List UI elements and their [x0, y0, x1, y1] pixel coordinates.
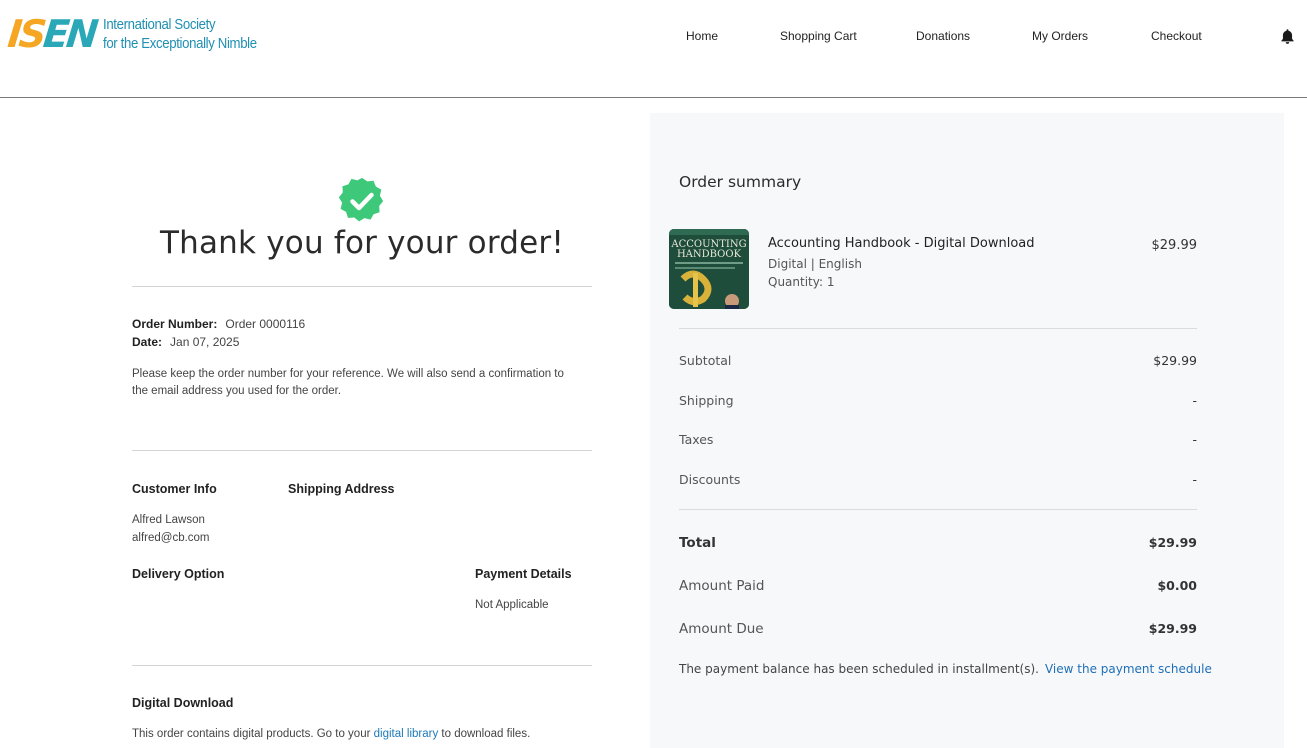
payment-details-value: Not Applicable	[475, 599, 549, 611]
payment-details-title: Payment Details	[475, 567, 572, 581]
digital-download-title: Digital Download	[132, 696, 234, 710]
customer-email: alfred@cb.com	[132, 532, 210, 544]
payment-schedule-note: The payment balance has been scheduled i…	[679, 662, 1212, 676]
order-number-label: Order Number:	[132, 317, 218, 331]
divider	[132, 665, 592, 666]
product-name: Accounting Handbook - Digital Download	[768, 236, 1035, 251]
order-number-value: Order 0000116	[225, 317, 306, 331]
digital-download-text: This order contains digital products. Go…	[132, 728, 530, 740]
order-date-label: Date:	[132, 335, 163, 349]
discounts-label: Discounts	[679, 472, 741, 487]
amount-paid-value: $0.00	[1157, 578, 1197, 593]
order-date-value: Jan 07, 2025	[170, 335, 240, 349]
taxes-value: -	[1192, 432, 1197, 447]
order-summary-title: Order summary	[679, 173, 802, 191]
main-nav: Home Shopping Cart Donations My Orders C…	[0, 29, 1307, 47]
payment-schedule-text: The payment balance has been scheduled i…	[679, 662, 1039, 676]
nav-my-orders[interactable]: My Orders	[1032, 29, 1088, 43]
subtotal-label: Subtotal	[679, 353, 732, 368]
amount-paid-label: Amount Paid	[679, 578, 765, 594]
product-price: $29.99	[1151, 238, 1198, 253]
order-reference-note: Please keep the order number for your re…	[132, 368, 564, 397]
product-thumbnail: ACCOUNTING HANDBOOK	[669, 229, 749, 309]
digital-library-link[interactable]: digital library	[374, 728, 439, 740]
delivery-option-title: Delivery Option	[132, 567, 225, 581]
digital-download-text-after: to download files.	[441, 728, 531, 740]
customer-name: Alfred Lawson	[132, 514, 205, 526]
book-cover-image: ACCOUNTING HANDBOOK	[669, 229, 749, 309]
shipping-value: -	[1192, 393, 1197, 408]
total-value: $29.99	[1148, 535, 1197, 550]
digital-download-text-before: This order contains digital products. Go…	[132, 728, 371, 740]
summary-divider	[679, 509, 1197, 510]
order-number-row: Order Number: Order 0000116	[132, 317, 305, 331]
nav-checkout[interactable]: Checkout	[1151, 29, 1202, 43]
shipping-address-title: Shipping Address	[288, 482, 395, 496]
thank-you-heading: Thank you for your order!	[160, 225, 564, 261]
divider	[132, 450, 592, 451]
product-quantity: Quantity: 1	[768, 275, 835, 289]
book-cover-title-2: HANDBOOK	[677, 249, 742, 260]
bell-icon[interactable]	[1279, 28, 1296, 45]
site-header: ISEN International Society for the Excep…	[0, 0, 1307, 98]
nav-donations[interactable]: Donations	[916, 29, 970, 43]
order-summary-panel	[650, 113, 1284, 748]
taxes-label: Taxes	[679, 432, 714, 447]
nav-shopping-cart[interactable]: Shopping Cart	[780, 29, 857, 43]
customer-info-title: Customer Info	[132, 482, 217, 496]
order-success-check-icon	[338, 177, 384, 222]
total-label: Total	[679, 535, 716, 551]
amount-due-value: $29.99	[1148, 621, 1197, 636]
discounts-value: -	[1192, 472, 1197, 487]
view-payment-schedule-link[interactable]: View the payment schedule	[1045, 662, 1212, 676]
nav-home[interactable]: Home	[686, 29, 718, 43]
shipping-label: Shipping	[679, 393, 734, 408]
summary-divider	[679, 328, 1197, 329]
amount-due-label: Amount Due	[679, 621, 764, 637]
divider	[132, 286, 592, 287]
order-date-row: Date: Jan 07, 2025	[132, 335, 239, 349]
subtotal-value: $29.99	[1153, 353, 1197, 368]
product-format: Digital | English	[768, 257, 862, 271]
